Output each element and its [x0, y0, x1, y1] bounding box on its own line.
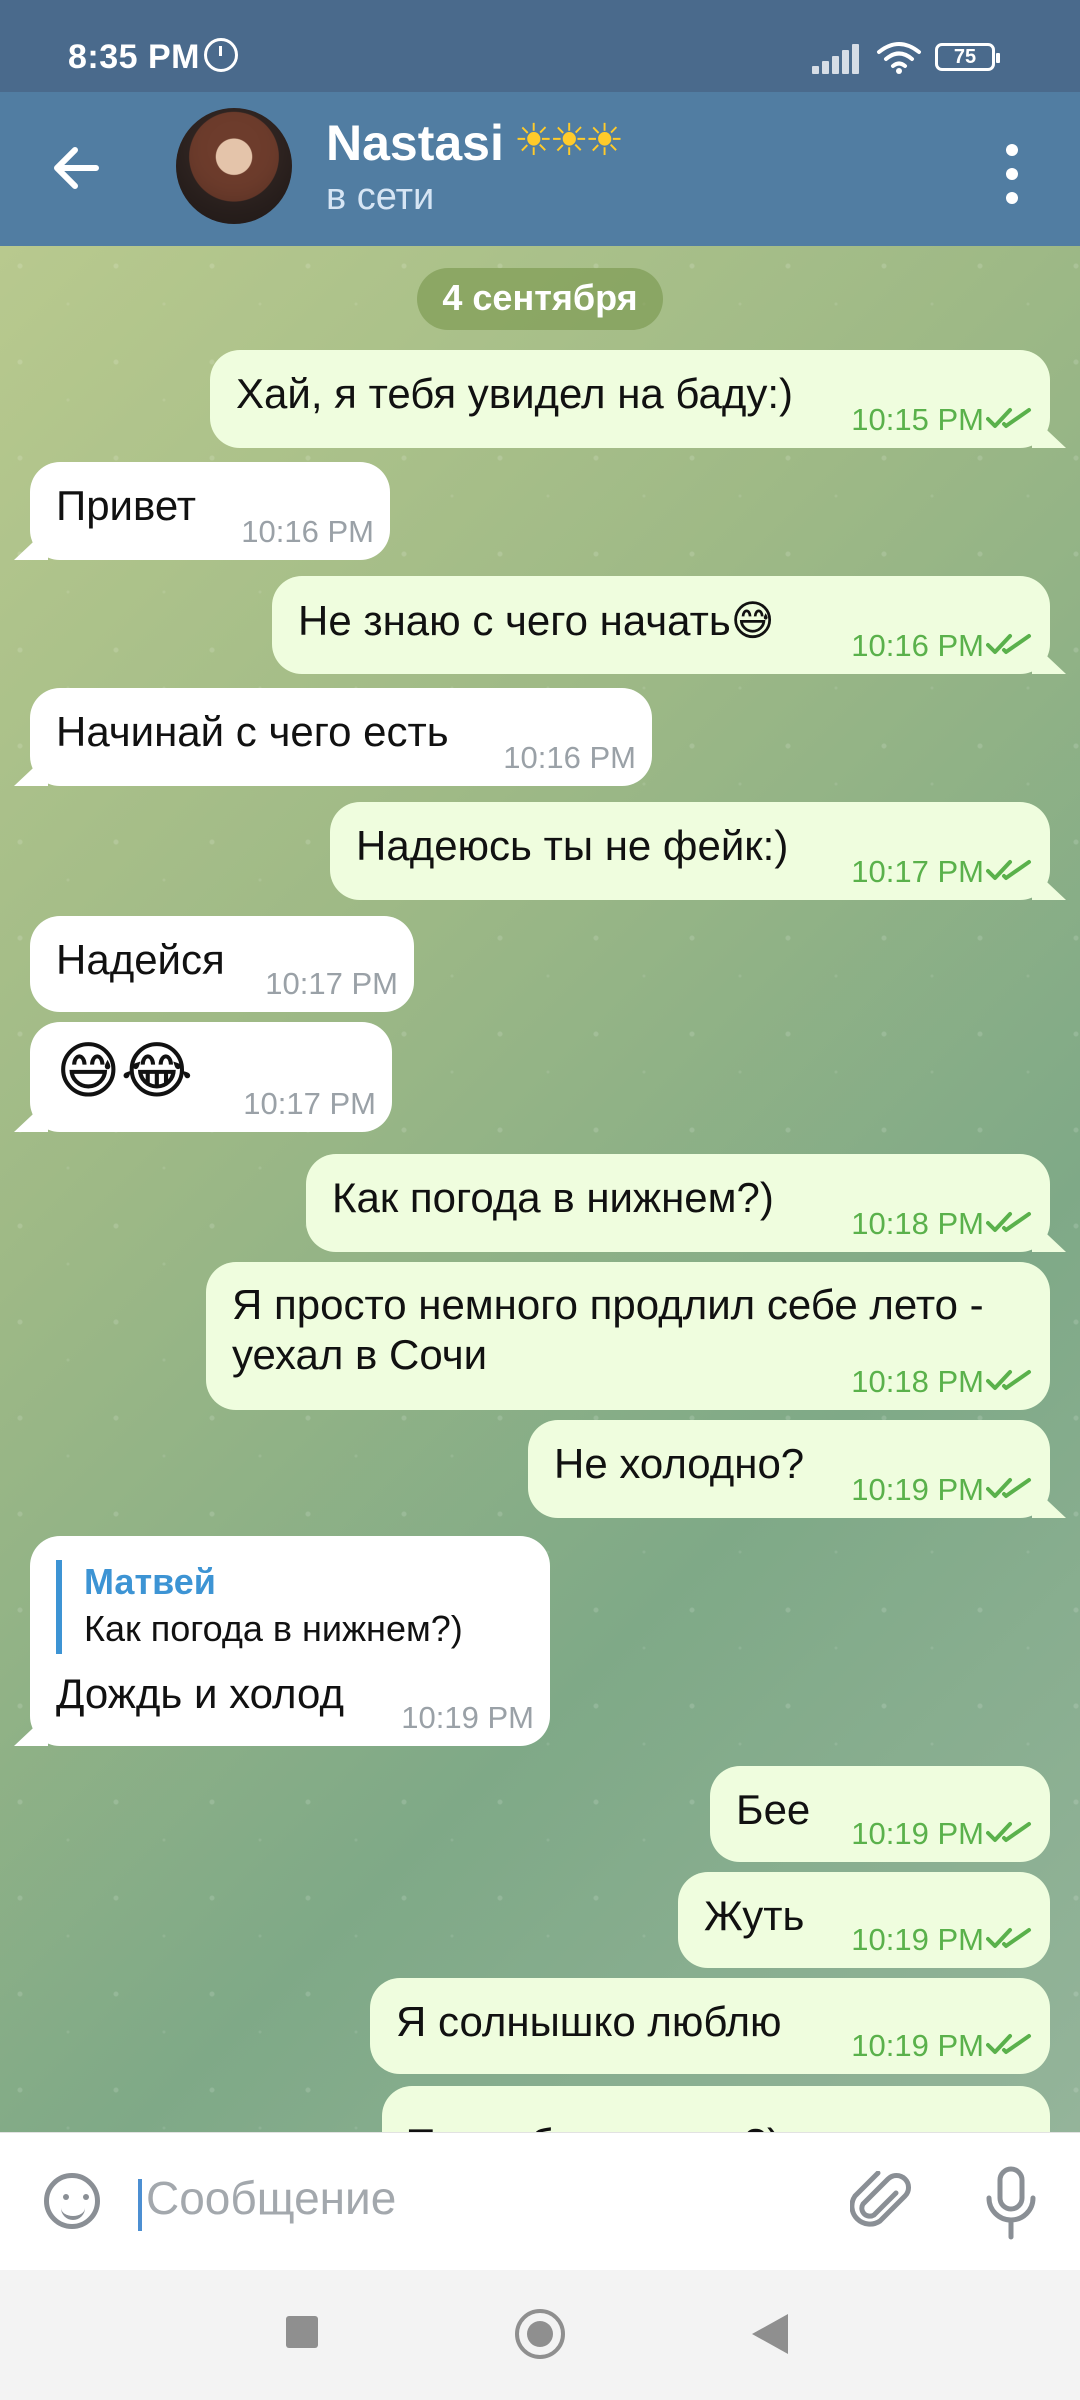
message-bubble[interactable]: Надеюсь ты не фейк:) 10:17 PM	[330, 802, 1050, 900]
date-divider: 4 сентября	[417, 268, 663, 330]
microphone-icon[interactable]	[976, 2165, 1046, 2241]
message-time: 10:17 PM	[265, 966, 398, 1001]
battery-icon: 75	[935, 43, 1000, 71]
message-text: Надейся	[56, 936, 225, 983]
arrow-left-icon[interactable]	[40, 132, 112, 204]
message-time: 10:16 PM	[503, 740, 636, 775]
message-bubble[interactable]: 😅😂 10:17 PM	[30, 1022, 392, 1132]
message-bubble[interactable]: Жуть 10:19 PM	[678, 1872, 1050, 1968]
message-bubble[interactable]: Надейся 10:17 PM	[30, 916, 414, 1012]
message-text: Как погода в нижнем?)	[332, 1174, 774, 1221]
message-text: Не знаю с чего начать😅	[298, 597, 775, 644]
double-check-icon	[986, 1478, 1031, 1498]
quote-author: Матвей	[84, 1561, 216, 1602]
system-navigation-bar	[0, 2270, 1080, 2400]
double-check-icon	[986, 1822, 1031, 1842]
status-time: 8:35 PM	[68, 38, 200, 76]
recents-icon[interactable]	[286, 2316, 318, 2348]
double-check-icon	[986, 1928, 1031, 1948]
reply-message-bubble[interactable]: Матвей Как погода в нижнем?) Дождь и хол…	[30, 1536, 550, 1746]
double-check-icon	[986, 408, 1031, 428]
back-icon[interactable]	[752, 2314, 788, 2354]
signal-icon	[812, 44, 862, 74]
message-bubble[interactable]: Хай, я тебя увидел на баду:) 10:15 PM	[210, 350, 1050, 448]
message-text: Жуть	[704, 1892, 805, 1939]
message-text: Бее	[736, 1786, 811, 1833]
quote-text: Как погода в нижнем?)	[84, 1608, 463, 1649]
message-time: 10:18 PM	[851, 1206, 984, 1241]
message-time: 10:16 PM	[241, 514, 374, 549]
chat-header: Nastasi ☀☀☀ в сети	[0, 92, 1080, 246]
message-bubble[interactable]: Как погода в нижнем?) 10:18 PM	[306, 1154, 1050, 1252]
double-check-icon	[986, 1212, 1031, 1232]
message-text: Привет	[56, 482, 197, 529]
message-text: Ты любишь суши?)	[408, 2120, 781, 2132]
message-list[interactable]: 4 сентября Хай, я тебя увидел на баду:) …	[0, 246, 1080, 2132]
status-bar: 8:35 PM 75	[0, 0, 1080, 92]
message-bubble[interactable]: Не знаю с чего начать😅 10:16 PM	[272, 576, 1050, 674]
message-text: Дождь и холод	[56, 1670, 344, 1717]
reply-quote[interactable]: Матвей Как погода в нижнем?)	[56, 1560, 463, 1654]
message-input[interactable]: Сообщение	[146, 2171, 396, 2225]
text-cursor	[138, 2179, 142, 2231]
message-emoji: 😅😂	[56, 1037, 194, 1106]
message-time: 10:18 PM	[851, 1364, 984, 1399]
home-icon[interactable]	[515, 2309, 565, 2359]
double-check-icon	[986, 634, 1031, 654]
message-bubble-partial[interactable]: Ты любишь суши?)	[382, 2086, 1050, 2132]
contact-emoji: ☀☀☀	[514, 116, 624, 165]
message-text: Начинай с чего есть	[56, 708, 449, 755]
more-vertical-icon[interactable]	[1006, 144, 1018, 204]
message-bubble[interactable]: Я просто немного продлил себе лето - уех…	[206, 1262, 1050, 1410]
message-time: 10:17 PM	[243, 1086, 376, 1121]
wifi-icon	[877, 42, 921, 74]
contact-status: в сети	[326, 176, 435, 218]
message-time: 10:19 PM	[851, 1922, 984, 1957]
message-time: 10:17 PM	[851, 854, 984, 889]
message-text: Надеюсь ты не фейк:)	[356, 822, 789, 869]
message-text: Я солнышко люблю	[396, 1998, 782, 2045]
double-check-icon	[986, 1370, 1031, 1390]
message-time: 10:19 PM	[851, 2028, 984, 2063]
message-time: 10:15 PM	[851, 402, 984, 437]
message-bubble[interactable]: Не холодно? 10:19 PM	[528, 1420, 1050, 1518]
message-time: 10:19 PM	[401, 1700, 534, 1735]
alarm-icon	[204, 38, 238, 72]
message-bubble[interactable]: Привет 10:16 PM	[30, 462, 390, 560]
message-bubble[interactable]: Я солнышко люблю 10:19 PM	[370, 1978, 1050, 2074]
battery-level: 75	[953, 46, 977, 68]
double-check-icon	[986, 860, 1031, 880]
double-check-icon	[986, 2034, 1031, 2054]
paperclip-icon[interactable]	[850, 2171, 916, 2237]
message-composer: Сообщение	[0, 2132, 1080, 2271]
avatar[interactable]	[176, 108, 292, 224]
message-time: 10:19 PM	[851, 1472, 984, 1507]
message-time: 10:19 PM	[851, 1816, 984, 1851]
message-bubble[interactable]: Бее 10:19 PM	[710, 1766, 1050, 1862]
message-time: 10:16 PM	[851, 628, 984, 663]
message-text: Не холодно?	[554, 1440, 805, 1487]
contact-name[interactable]: Nastasi	[326, 114, 504, 172]
smile-icon[interactable]	[44, 2173, 100, 2229]
message-text: Хай, я тебя увидел на баду:)	[236, 370, 794, 417]
message-bubble[interactable]: Начинай с чего есть 10:16 PM	[30, 688, 652, 786]
